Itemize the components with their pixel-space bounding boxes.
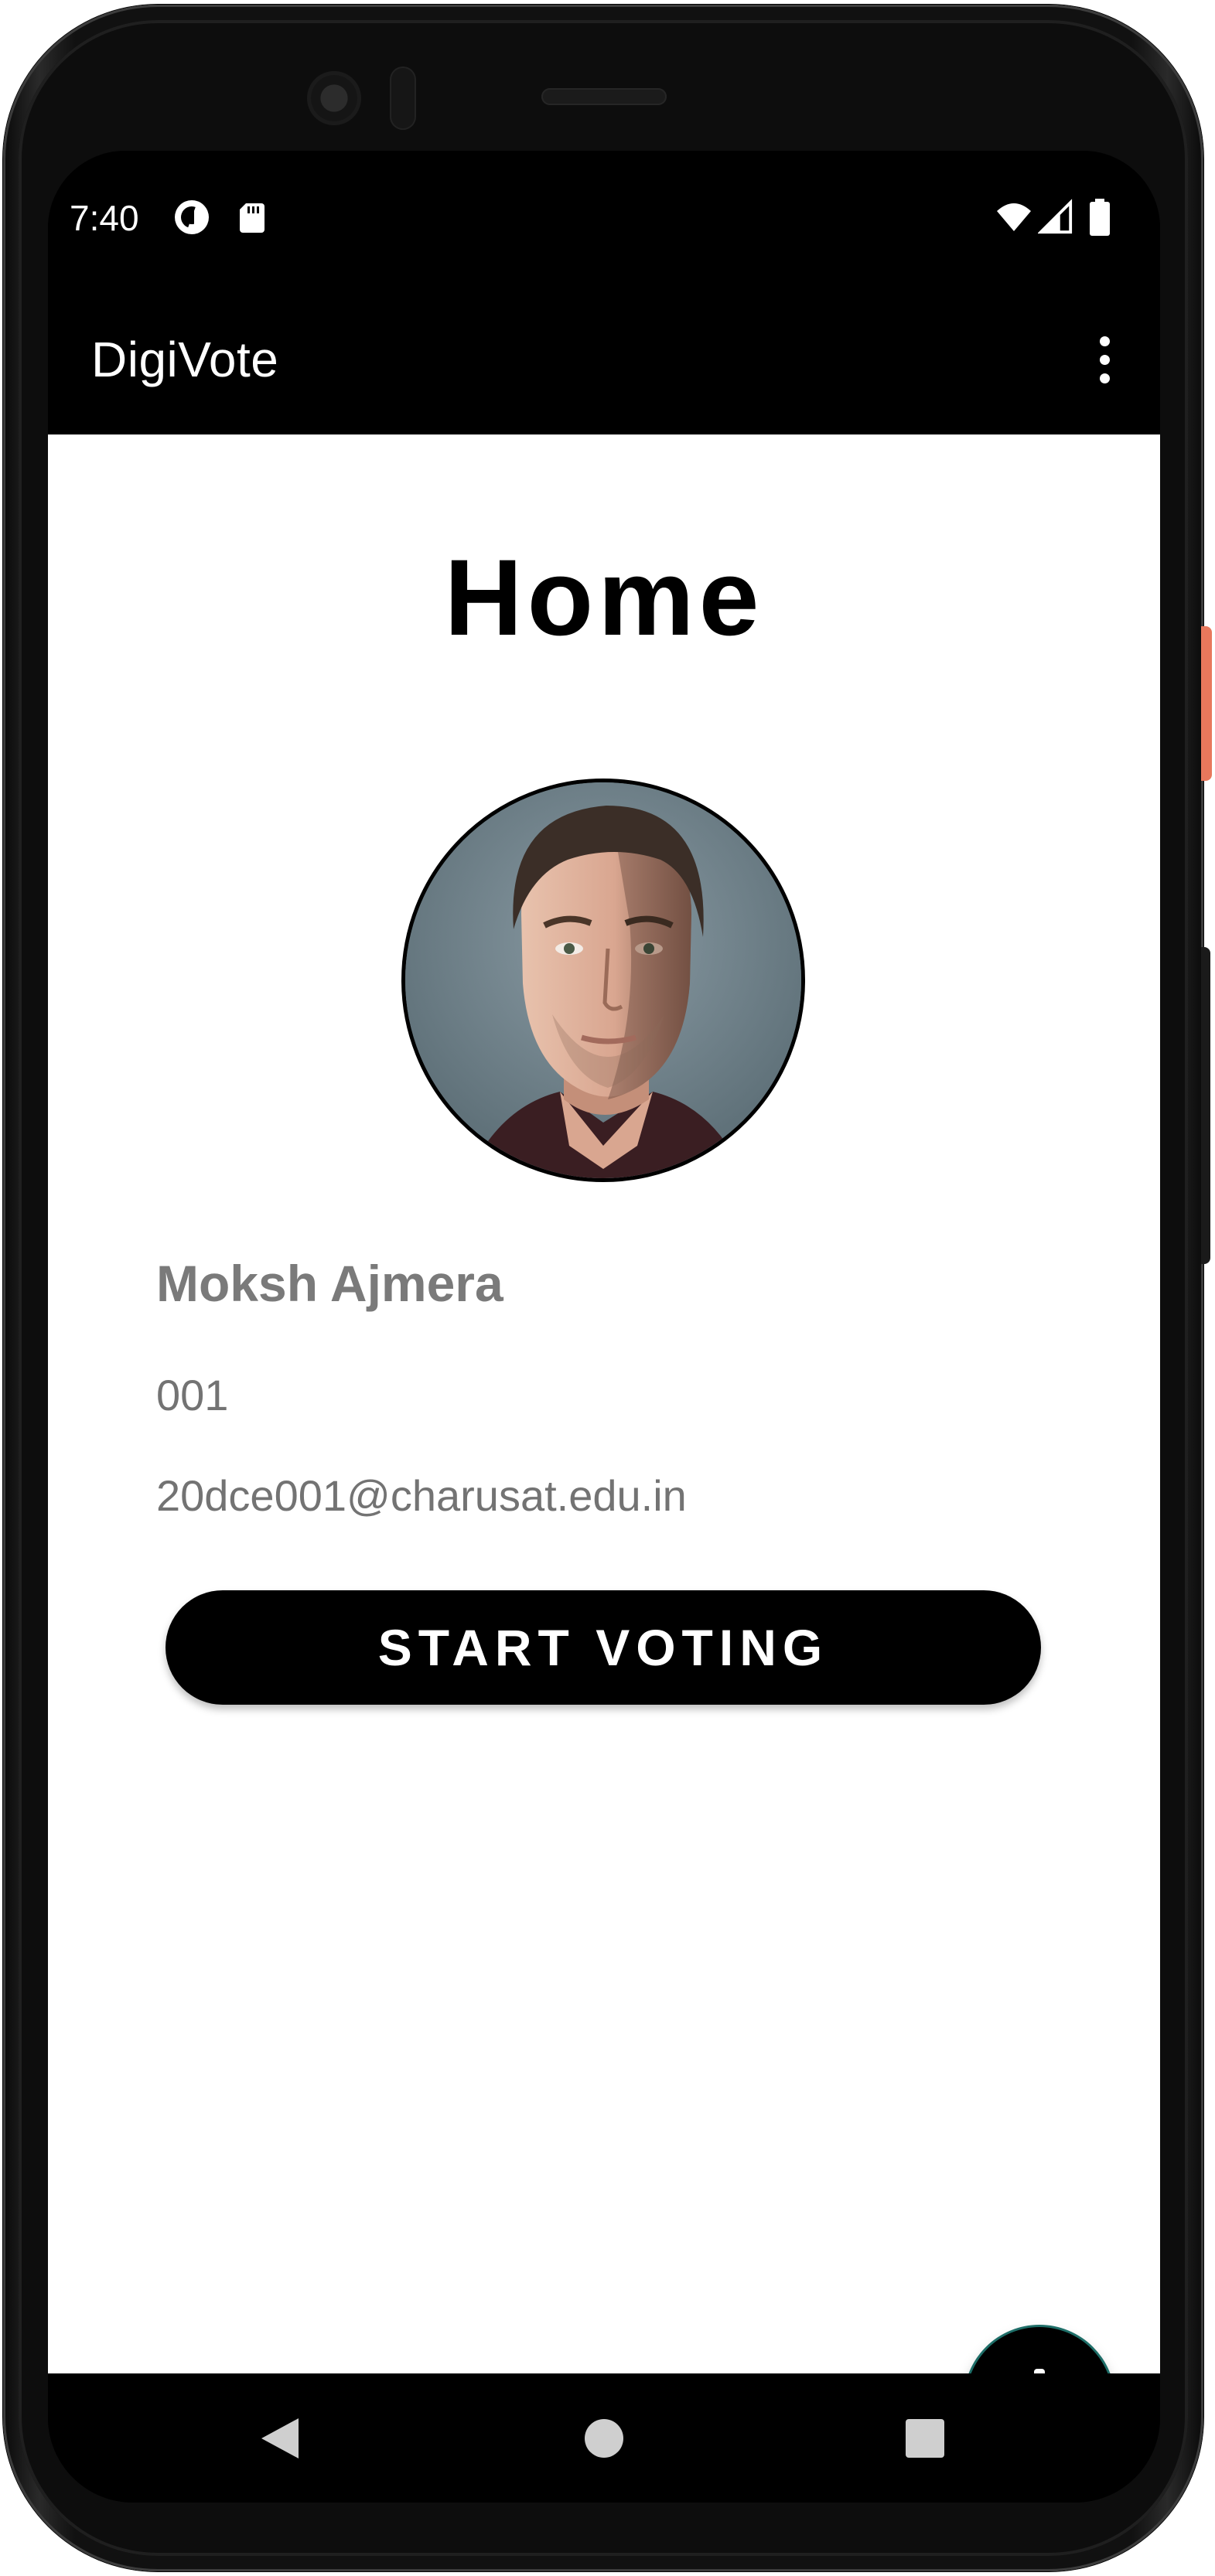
avatar [401,779,805,1182]
recents-button[interactable] [863,2373,987,2503]
back-button[interactable] [218,2373,342,2503]
earpiece-speaker [541,88,667,105]
start-voting-button[interactable]: START VOTING [166,1590,1041,1705]
recents-icon [906,2418,944,2458]
wifi-icon [997,203,1031,231]
app-bar: DigiVote [48,286,1160,434]
home-content: Home Moksh Ajmera 001 20dce001@charusat.… [48,434,1160,2474]
home-button[interactable] [542,2373,666,2503]
proximity-sensor [390,66,416,130]
status-time: 7:40 [70,198,139,238]
volume-button [1201,947,1210,1264]
more-vert-icon[interactable] [1084,317,1125,402]
sd-card-icon [240,203,265,233]
home-icon [585,2418,623,2458]
profile-photo [405,782,801,1178]
screen: 7:40 DigiVote Home Moksh Ajmera 001 20dc… [48,151,1160,2503]
navigation-bar [48,2373,1160,2503]
app-title: DigiVote [91,332,279,387]
power-button [1201,626,1212,781]
front-camera [307,71,361,125]
status-bar: 7:40 [48,151,1160,286]
signal-icon [1038,199,1073,234]
page-title: Home [444,537,764,658]
data-saver-icon [175,200,209,234]
user-id: 001 [156,1371,229,1419]
battery-icon [1090,199,1110,236]
user-email: 20dce001@charusat.edu.in [156,1471,687,1520]
back-icon [261,2418,299,2458]
user-name: Moksh Ajmera [156,1255,503,1312]
